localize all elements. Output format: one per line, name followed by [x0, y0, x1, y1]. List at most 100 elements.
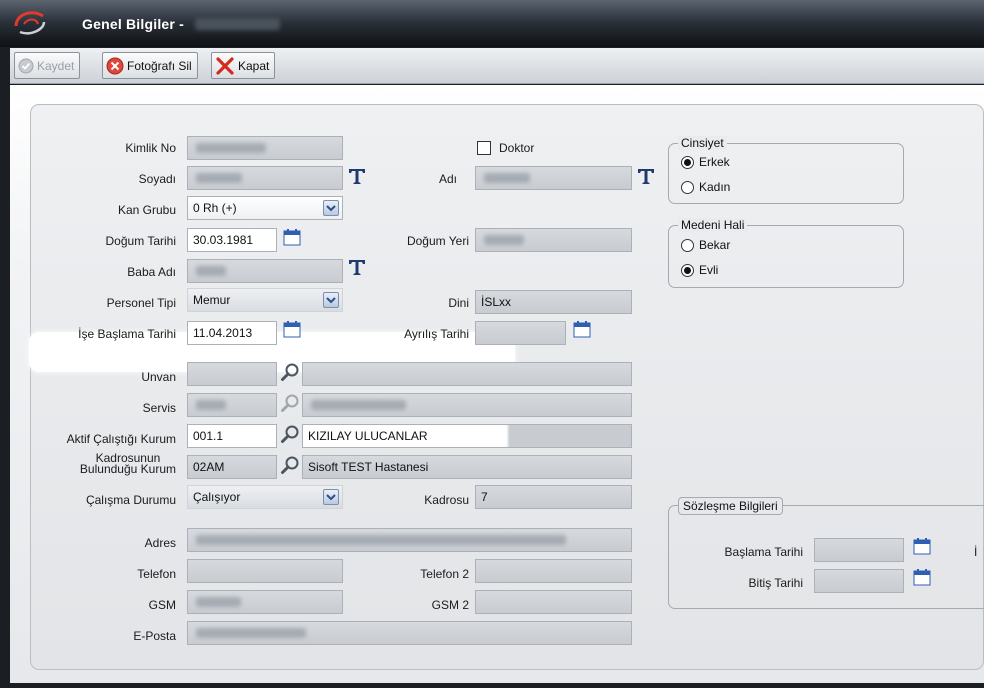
search-magnifier-icon[interactable]	[280, 362, 300, 382]
kadro-kurum-code-field[interactable]: 02AM	[187, 455, 277, 479]
calisma-durumu-value: Çalışıyor	[193, 490, 241, 504]
kimlik-no-field[interactable]	[187, 136, 343, 160]
personel-tipi-label: Personel Tipi	[106, 296, 176, 310]
ise-baslama-field[interactable]: 11.04.2013	[187, 321, 277, 345]
aktif-kurum-code: 001.1	[193, 429, 224, 443]
search-magnifier-icon[interactable]	[280, 424, 300, 444]
contract-end-label: Bitiş Tarihi	[748, 576, 803, 590]
redacted-value	[196, 597, 241, 607]
calisma-durumu-label: Çalışma Durumu	[85, 493, 176, 507]
unvan-name-field	[302, 362, 632, 386]
adres-field[interactable]	[187, 528, 632, 552]
redacted-value	[196, 266, 226, 276]
dogum-tarihi-value: 30.03.1981	[193, 233, 254, 247]
ise-baslama-value: 11.04.2013	[193, 326, 253, 340]
gsm-label: GSM	[148, 598, 176, 612]
redacted-value	[196, 173, 242, 183]
kimlik-no-label: Kimlik No	[125, 141, 176, 155]
telefon-label: Telefon	[137, 567, 176, 581]
kadrosu-field[interactable]: 7	[475, 485, 632, 509]
search-magnifier-icon[interactable]	[280, 393, 300, 413]
calendar-icon[interactable]	[283, 321, 301, 338]
calendar-icon[interactable]	[913, 538, 931, 555]
dogum-yeri-label: Doğum Yeri	[406, 234, 469, 248]
delete-photo-label: Fotoğrafı Sil	[127, 58, 192, 73]
kan-grubu-label: Kan Grubu	[117, 203, 176, 217]
contract-end-field[interactable]	[814, 569, 904, 593]
gsm2-field[interactable]	[475, 590, 632, 614]
search-magnifier-icon[interactable]	[280, 455, 300, 475]
redacted-value	[484, 173, 530, 183]
close-button[interactable]: Kapat	[211, 52, 276, 79]
radio-selected-icon	[681, 155, 694, 169]
personel-tipi-select[interactable]: Memur	[187, 288, 343, 312]
soyadi-field[interactable]	[187, 166, 343, 190]
contract-start-label: Başlama Tarihi	[724, 545, 803, 559]
soyadi-label: Soyadı	[138, 172, 176, 186]
adres-label: Adres	[144, 536, 176, 550]
dini-field[interactable]: İSLxx	[475, 290, 632, 314]
dini-label: Dini	[448, 296, 469, 310]
contract-cut-label: İ	[974, 545, 978, 559]
servis-name-field	[302, 393, 632, 417]
eposta-label: E-Posta	[133, 629, 176, 643]
adi-field[interactable]	[475, 166, 632, 190]
eposta-field[interactable]	[187, 621, 632, 645]
kadrosu-label: Kadrosu	[424, 493, 469, 507]
app-logo-icon	[14, 11, 46, 35]
kadro-kurum-label-line2: Bulunduğu Kurum	[79, 462, 176, 476]
gender-radio-erkek[interactable]: Erkek	[681, 155, 730, 169]
contract-start-field[interactable]	[814, 538, 904, 562]
delete-photo-button[interactable]: Fotoğrafı Sil	[102, 52, 198, 79]
window-bottom-edge	[0, 683, 984, 688]
redacted-value	[311, 400, 406, 410]
aktif-kurum-name-field: KIZILAY ULUCANLAR	[302, 424, 632, 448]
adi-label: Adı	[438, 172, 457, 186]
unvan-code-field[interactable]	[187, 362, 277, 386]
marital-group: Medeni Hali	[668, 218, 904, 288]
telefon2-label: Telefon 2	[420, 567, 469, 581]
calendar-icon[interactable]	[573, 321, 591, 338]
redacted-value	[196, 628, 306, 638]
text-typo-icon[interactable]	[347, 257, 367, 277]
marital-radio-evli[interactable]: Evli	[681, 263, 718, 277]
radio-empty-icon	[681, 238, 694, 252]
close-button-label: Kapat	[238, 58, 270, 73]
chevron-down-icon	[323, 292, 339, 308]
aktif-kurum-code-field[interactable]: 001.1	[187, 424, 277, 448]
telefon2-field[interactable]	[475, 559, 632, 583]
gsm2-label: GSM 2	[431, 598, 469, 612]
radio-selected-icon	[681, 263, 694, 277]
servis-label: Servis	[142, 401, 176, 415]
doktor-label: Doktor	[499, 141, 535, 155]
kadrosu-value: 7	[481, 490, 488, 504]
calendar-icon[interactable]	[283, 229, 301, 246]
text-typo-icon[interactable]	[636, 166, 656, 186]
calendar-icon[interactable]	[913, 569, 931, 586]
save-button-label: Kaydet	[37, 58, 75, 73]
doktor-checkbox[interactable]	[477, 141, 491, 155]
kan-grubu-value: 0 Rh (+)	[193, 201, 237, 215]
marital-radio-bekar[interactable]: Bekar	[681, 238, 730, 252]
marital-option-label: Evli	[699, 263, 719, 277]
text-typo-icon[interactable]	[347, 166, 367, 186]
servis-code-field[interactable]	[187, 393, 277, 417]
baba-adi-label: Baba Adı	[127, 265, 176, 279]
calisma-durumu-select[interactable]: Çalışıyor	[187, 485, 343, 509]
gsm-field[interactable]	[187, 590, 343, 614]
save-button[interactable]: Kaydet	[14, 52, 81, 79]
dogum-tarihi-label: Doğum Tarihi	[105, 234, 176, 248]
title-redacted-name	[195, 18, 280, 30]
gender-option-label: Kadın	[699, 180, 731, 194]
dogum-yeri-field[interactable]	[475, 228, 632, 252]
gender-radio-kadin[interactable]: Kadın	[681, 180, 730, 194]
redacted-value	[196, 143, 266, 153]
baba-adi-field[interactable]	[187, 259, 343, 283]
toolbar: Kaydet Fotoğrafı Sil Kapat	[10, 48, 984, 84]
kan-grubu-select[interactable]: 0 Rh (+)	[187, 196, 343, 220]
personel-tipi-value: Memur	[193, 293, 231, 307]
ayrilis-field[interactable]	[475, 321, 566, 345]
telefon-field[interactable]	[187, 559, 343, 583]
dogum-tarihi-field[interactable]: 30.03.1981	[187, 228, 277, 252]
marital-option-label: Bekar	[699, 238, 731, 252]
